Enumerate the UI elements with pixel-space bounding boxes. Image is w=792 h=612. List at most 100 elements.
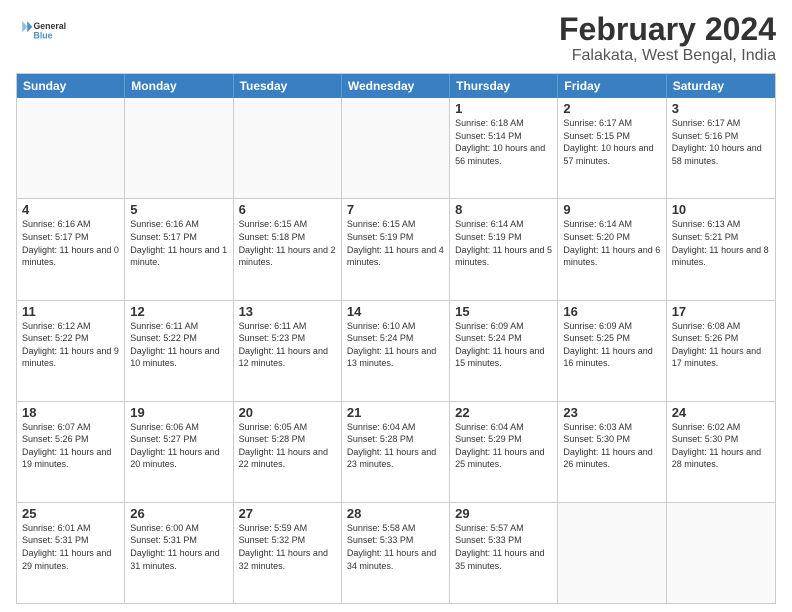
calendar-cell: 2 Sunrise: 6:17 AMSunset: 5:15 PMDayligh… xyxy=(558,98,666,198)
header-day-thursday: Thursday xyxy=(450,74,558,98)
day-info: Sunrise: 6:12 AMSunset: 5:22 PMDaylight:… xyxy=(22,320,119,370)
day-info: Sunrise: 6:10 AMSunset: 5:24 PMDaylight:… xyxy=(347,320,444,370)
calendar-cell: 21 Sunrise: 6:04 AMSunset: 5:28 PMDaylig… xyxy=(342,402,450,502)
header-day-monday: Monday xyxy=(125,74,233,98)
day-info: Sunrise: 6:03 AMSunset: 5:30 PMDaylight:… xyxy=(563,421,660,471)
calendar-cell: 17 Sunrise: 6:08 AMSunset: 5:26 PMDaylig… xyxy=(667,301,775,401)
day-number: 22 xyxy=(455,405,552,420)
day-number: 10 xyxy=(672,202,770,217)
day-info: Sunrise: 5:58 AMSunset: 5:33 PMDaylight:… xyxy=(347,522,444,572)
day-info: Sunrise: 6:16 AMSunset: 5:17 PMDaylight:… xyxy=(22,218,119,268)
logo-icon: General Blue xyxy=(16,12,66,52)
day-number: 21 xyxy=(347,405,444,420)
page-header: General Blue February 2024 Falakata, Wes… xyxy=(16,12,776,65)
calendar-week-4: 18 Sunrise: 6:07 AMSunset: 5:26 PMDaylig… xyxy=(17,402,775,503)
day-number: 15 xyxy=(455,304,552,319)
calendar-cell xyxy=(667,503,775,603)
calendar-cell: 27 Sunrise: 5:59 AMSunset: 5:32 PMDaylig… xyxy=(234,503,342,603)
header-day-sunday: Sunday xyxy=(17,74,125,98)
calendar-cell: 7 Sunrise: 6:15 AMSunset: 5:19 PMDayligh… xyxy=(342,199,450,299)
calendar-cell: 26 Sunrise: 6:00 AMSunset: 5:31 PMDaylig… xyxy=(125,503,233,603)
page-subtitle: Falakata, West Bengal, India xyxy=(559,47,776,65)
calendar-week-1: 1 Sunrise: 6:18 AMSunset: 5:14 PMDayligh… xyxy=(17,98,775,199)
calendar-cell: 3 Sunrise: 6:17 AMSunset: 5:16 PMDayligh… xyxy=(667,98,775,198)
day-number: 20 xyxy=(239,405,336,420)
day-number: 11 xyxy=(22,304,119,319)
calendar-week-3: 11 Sunrise: 6:12 AMSunset: 5:22 PMDaylig… xyxy=(17,301,775,402)
calendar-cell: 19 Sunrise: 6:06 AMSunset: 5:27 PMDaylig… xyxy=(125,402,233,502)
calendar-cell: 15 Sunrise: 6:09 AMSunset: 5:24 PMDaylig… xyxy=(450,301,558,401)
day-info: Sunrise: 6:06 AMSunset: 5:27 PMDaylight:… xyxy=(130,421,227,471)
day-number: 26 xyxy=(130,506,227,521)
day-number: 27 xyxy=(239,506,336,521)
calendar-cell: 4 Sunrise: 6:16 AMSunset: 5:17 PMDayligh… xyxy=(17,199,125,299)
calendar-cell: 24 Sunrise: 6:02 AMSunset: 5:30 PMDaylig… xyxy=(667,402,775,502)
calendar-cell xyxy=(342,98,450,198)
day-info: Sunrise: 6:11 AMSunset: 5:23 PMDaylight:… xyxy=(239,320,336,370)
calendar-cell: 13 Sunrise: 6:11 AMSunset: 5:23 PMDaylig… xyxy=(234,301,342,401)
calendar-cell: 6 Sunrise: 6:15 AMSunset: 5:18 PMDayligh… xyxy=(234,199,342,299)
calendar-cell: 9 Sunrise: 6:14 AMSunset: 5:20 PMDayligh… xyxy=(558,199,666,299)
day-info: Sunrise: 5:57 AMSunset: 5:33 PMDaylight:… xyxy=(455,522,552,572)
page-title: February 2024 xyxy=(559,12,776,47)
day-number: 14 xyxy=(347,304,444,319)
day-number: 12 xyxy=(130,304,227,319)
day-number: 6 xyxy=(239,202,336,217)
day-info: Sunrise: 6:18 AMSunset: 5:14 PMDaylight:… xyxy=(455,117,552,167)
header-day-friday: Friday xyxy=(558,74,666,98)
day-number: 3 xyxy=(672,101,770,116)
day-info: Sunrise: 6:07 AMSunset: 5:26 PMDaylight:… xyxy=(22,421,119,471)
day-number: 17 xyxy=(672,304,770,319)
day-info: Sunrise: 6:04 AMSunset: 5:29 PMDaylight:… xyxy=(455,421,552,471)
day-number: 1 xyxy=(455,101,552,116)
day-info: Sunrise: 6:17 AMSunset: 5:15 PMDaylight:… xyxy=(563,117,660,167)
calendar-week-5: 25 Sunrise: 6:01 AMSunset: 5:31 PMDaylig… xyxy=(17,503,775,603)
calendar-cell: 10 Sunrise: 6:13 AMSunset: 5:21 PMDaylig… xyxy=(667,199,775,299)
day-number: 23 xyxy=(563,405,660,420)
calendar-cell: 18 Sunrise: 6:07 AMSunset: 5:26 PMDaylig… xyxy=(17,402,125,502)
day-info: Sunrise: 6:17 AMSunset: 5:16 PMDaylight:… xyxy=(672,117,770,167)
day-number: 5 xyxy=(130,202,227,217)
calendar-body: 1 Sunrise: 6:18 AMSunset: 5:14 PMDayligh… xyxy=(17,98,775,603)
day-info: Sunrise: 6:14 AMSunset: 5:20 PMDaylight:… xyxy=(563,218,660,268)
calendar-cell: 14 Sunrise: 6:10 AMSunset: 5:24 PMDaylig… xyxy=(342,301,450,401)
svg-text:Blue: Blue xyxy=(34,31,53,41)
calendar-cell xyxy=(234,98,342,198)
day-number: 29 xyxy=(455,506,552,521)
header-day-tuesday: Tuesday xyxy=(234,74,342,98)
calendar-cell: 28 Sunrise: 5:58 AMSunset: 5:33 PMDaylig… xyxy=(342,503,450,603)
header-day-wednesday: Wednesday xyxy=(342,74,450,98)
day-number: 9 xyxy=(563,202,660,217)
day-info: Sunrise: 6:04 AMSunset: 5:28 PMDaylight:… xyxy=(347,421,444,471)
header-day-saturday: Saturday xyxy=(667,74,775,98)
day-number: 4 xyxy=(22,202,119,217)
day-info: Sunrise: 6:09 AMSunset: 5:24 PMDaylight:… xyxy=(455,320,552,370)
day-info: Sunrise: 6:01 AMSunset: 5:31 PMDaylight:… xyxy=(22,522,119,572)
calendar-cell: 8 Sunrise: 6:14 AMSunset: 5:19 PMDayligh… xyxy=(450,199,558,299)
calendar-cell xyxy=(558,503,666,603)
day-info: Sunrise: 6:09 AMSunset: 5:25 PMDaylight:… xyxy=(563,320,660,370)
day-number: 16 xyxy=(563,304,660,319)
day-number: 13 xyxy=(239,304,336,319)
day-number: 19 xyxy=(130,405,227,420)
day-number: 8 xyxy=(455,202,552,217)
calendar-cell: 25 Sunrise: 6:01 AMSunset: 5:31 PMDaylig… xyxy=(17,503,125,603)
calendar-cell: 29 Sunrise: 5:57 AMSunset: 5:33 PMDaylig… xyxy=(450,503,558,603)
day-info: Sunrise: 6:05 AMSunset: 5:28 PMDaylight:… xyxy=(239,421,336,471)
calendar-week-2: 4 Sunrise: 6:16 AMSunset: 5:17 PMDayligh… xyxy=(17,199,775,300)
day-info: Sunrise: 6:15 AMSunset: 5:19 PMDaylight:… xyxy=(347,218,444,268)
day-info: Sunrise: 6:02 AMSunset: 5:30 PMDaylight:… xyxy=(672,421,770,471)
calendar-cell: 16 Sunrise: 6:09 AMSunset: 5:25 PMDaylig… xyxy=(558,301,666,401)
day-info: Sunrise: 6:00 AMSunset: 5:31 PMDaylight:… xyxy=(130,522,227,572)
day-number: 25 xyxy=(22,506,119,521)
svg-text:General: General xyxy=(34,21,67,31)
logo: General Blue xyxy=(16,12,66,52)
calendar-cell: 20 Sunrise: 6:05 AMSunset: 5:28 PMDaylig… xyxy=(234,402,342,502)
calendar-cell xyxy=(125,98,233,198)
day-info: Sunrise: 6:11 AMSunset: 5:22 PMDaylight:… xyxy=(130,320,227,370)
day-info: Sunrise: 6:16 AMSunset: 5:17 PMDaylight:… xyxy=(130,218,227,268)
calendar-cell: 12 Sunrise: 6:11 AMSunset: 5:22 PMDaylig… xyxy=(125,301,233,401)
calendar-cell: 1 Sunrise: 6:18 AMSunset: 5:14 PMDayligh… xyxy=(450,98,558,198)
day-info: Sunrise: 6:13 AMSunset: 5:21 PMDaylight:… xyxy=(672,218,770,268)
day-info: Sunrise: 6:08 AMSunset: 5:26 PMDaylight:… xyxy=(672,320,770,370)
